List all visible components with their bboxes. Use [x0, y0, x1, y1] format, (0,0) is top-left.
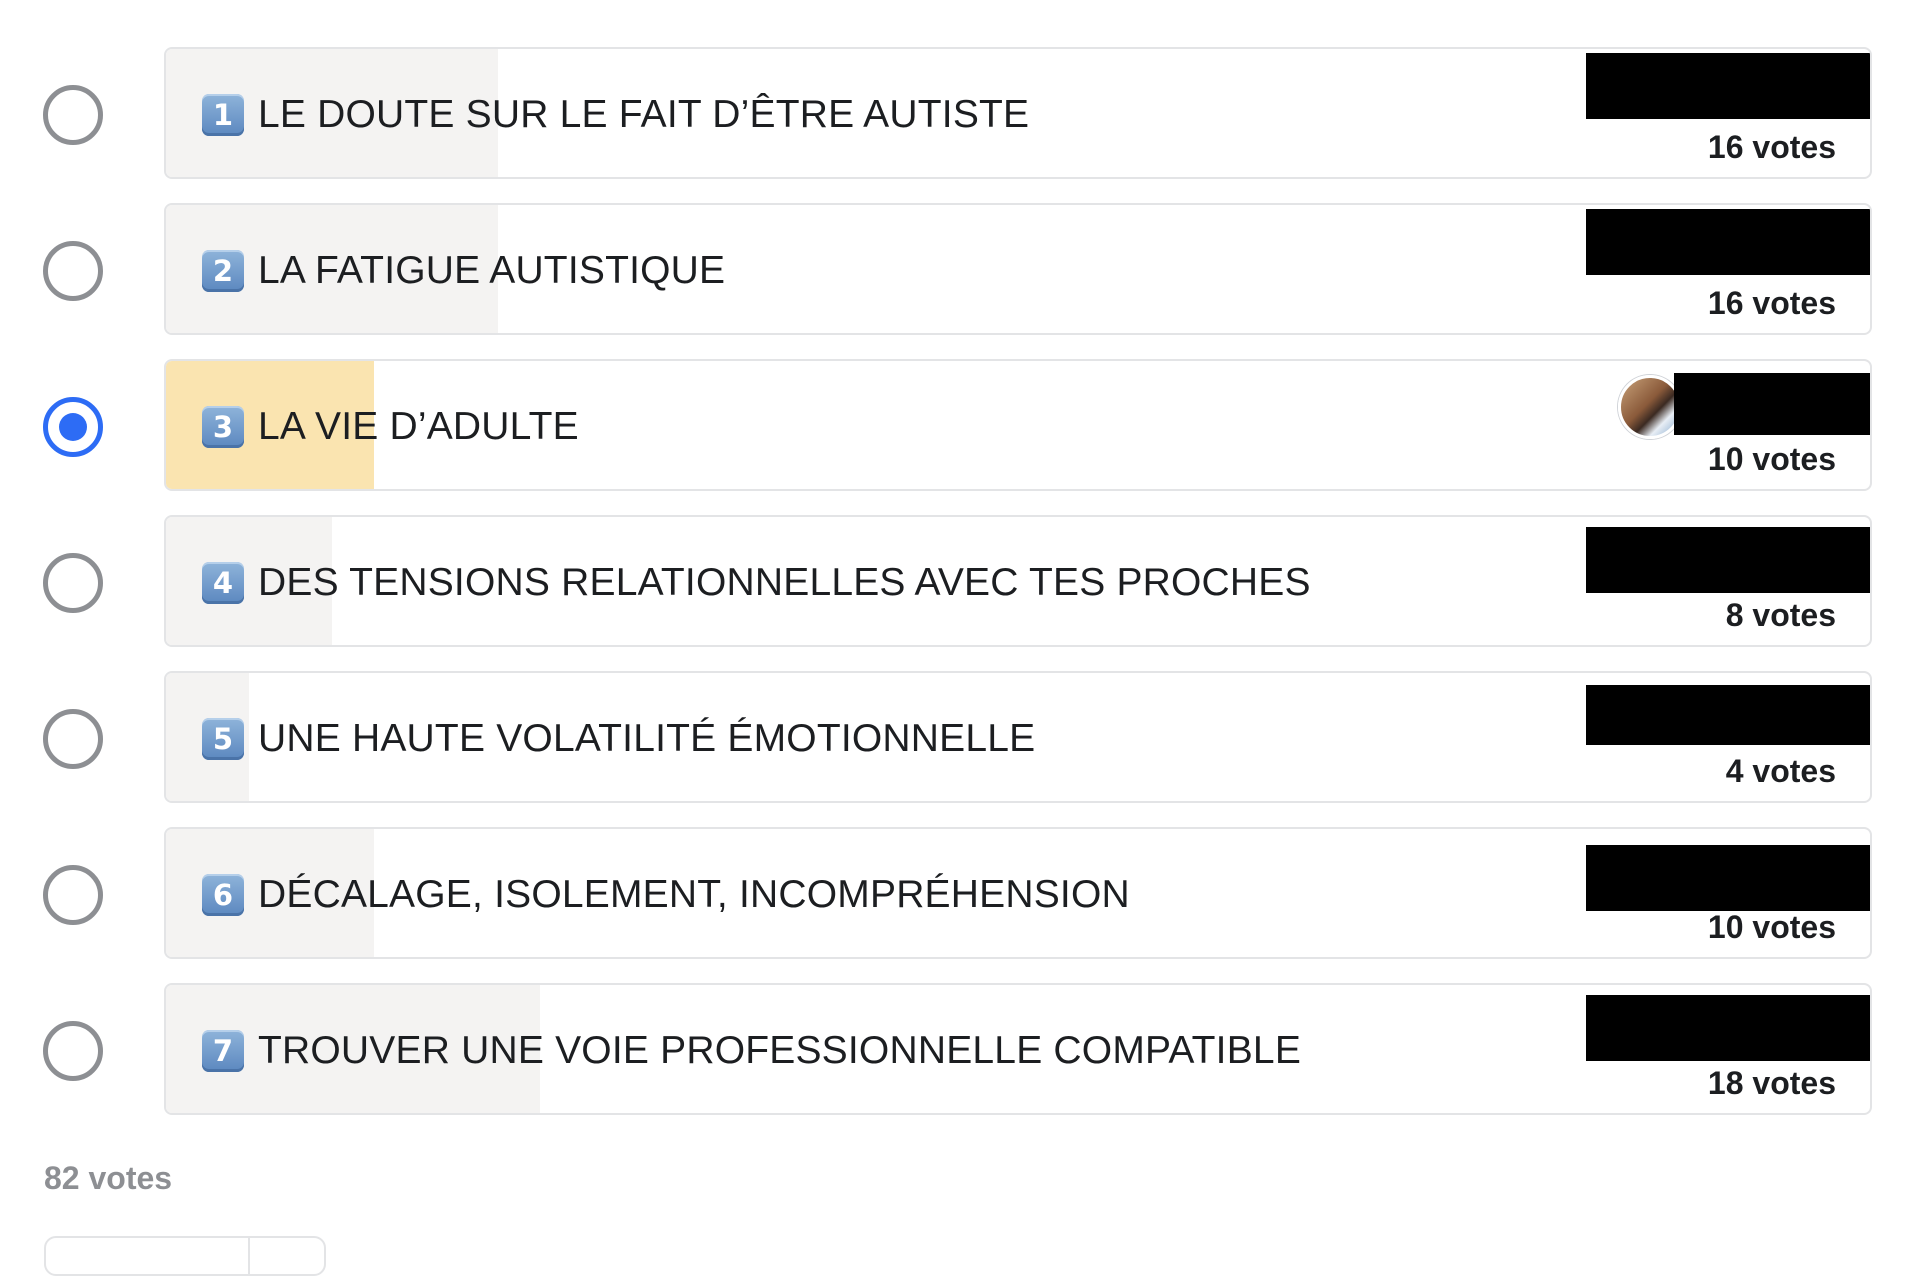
poll-option-2[interactable]: 2 LA FATIGUE AUTISTIQUE 16 votes: [164, 203, 1872, 335]
radio-button-option-3[interactable]: [43, 397, 103, 457]
poll-option-4[interactable]: 4 DES TENSIONS RELATIONNELLES AVEC TES P…: [164, 515, 1872, 647]
redacted-voters: [1586, 527, 1870, 593]
keycap-6-icon: 6: [202, 874, 244, 916]
poll-action-control[interactable]: [44, 1236, 326, 1276]
redacted-voters: [1674, 373, 1870, 435]
poll-option-1[interactable]: 1 LE DOUTE SUR LE FAIT D’ÊTRE AUTISTE 16…: [164, 47, 1872, 179]
poll-option-3[interactable]: 3 LA VIE D’ADULTE 10 votes: [164, 359, 1872, 491]
poll-option-row: 7 TROUVER UNE VOIE PROFESSIONNELLE COMPA…: [0, 983, 1922, 1119]
radio-button-option-1[interactable]: [43, 85, 103, 145]
radio-button-option-5[interactable]: [43, 709, 103, 769]
option-label: LA FATIGUE AUTISTIQUE: [258, 249, 726, 292]
radio-button-option-7[interactable]: [43, 1021, 103, 1081]
poll-option-row: 4 DES TENSIONS RELATIONNELLES AVEC TES P…: [0, 515, 1922, 651]
vote-count[interactable]: 10 votes: [1708, 439, 1836, 479]
total-votes: 82 votes: [44, 1160, 173, 1196]
keycap-4-icon: 4: [202, 562, 244, 604]
poll-option-row: 6 DÉCALAGE, ISOLEMENT, INCOMPRÉHENSION 1…: [0, 827, 1922, 963]
redacted-voters: [1586, 209, 1870, 275]
vote-count[interactable]: 4 votes: [1726, 751, 1836, 791]
option-label: LA VIE D’ADULTE: [258, 405, 579, 448]
keycap-1-icon: 1: [202, 94, 244, 136]
keycap-3-icon: 3: [202, 406, 244, 448]
keycap-2-icon: 2: [202, 250, 244, 292]
poll-option-row: 5 UNE HAUTE VOLATILITÉ ÉMOTIONNELLE 4 vo…: [0, 671, 1922, 807]
poll-option-row: 2 LA FATIGUE AUTISTIQUE 16 votes: [0, 203, 1922, 339]
radio-button-option-4[interactable]: [43, 553, 103, 613]
redacted-voters: [1586, 53, 1870, 119]
redacted-voters: [1586, 995, 1870, 1061]
keycap-7-icon: 7: [202, 1030, 244, 1072]
option-label: LE DOUTE SUR LE FAIT D’ÊTRE AUTISTE: [258, 93, 1030, 136]
vote-count[interactable]: 8 votes: [1726, 595, 1836, 635]
poll-option-5[interactable]: 5 UNE HAUTE VOLATILITÉ ÉMOTIONNELLE 4 vo…: [164, 671, 1872, 803]
poll-option-7[interactable]: 7 TROUVER UNE VOIE PROFESSIONNELLE COMPA…: [164, 983, 1872, 1115]
keycap-5-icon: 5: [202, 718, 244, 760]
poll-option-6[interactable]: 6 DÉCALAGE, ISOLEMENT, INCOMPRÉHENSION 1…: [164, 827, 1872, 959]
vote-count[interactable]: 16 votes: [1708, 127, 1836, 167]
divider: [248, 1238, 250, 1274]
redacted-voters: [1586, 845, 1870, 911]
vote-count[interactable]: 18 votes: [1708, 1063, 1836, 1103]
radio-button-option-2[interactable]: [43, 241, 103, 301]
poll-option-row: 3 LA VIE D’ADULTE 10 votes: [0, 359, 1922, 495]
redacted-voters: [1586, 685, 1870, 745]
option-label: UNE HAUTE VOLATILITÉ ÉMOTIONNELLE: [258, 717, 1036, 760]
vote-count[interactable]: 16 votes: [1708, 283, 1836, 323]
radio-button-option-6[interactable]: [43, 865, 103, 925]
option-label: TROUVER UNE VOIE PROFESSIONNELLE COMPATI…: [258, 1029, 1302, 1072]
option-label: DES TENSIONS RELATIONNELLES AVEC TES PRO…: [258, 561, 1311, 604]
voter-avatar-icon[interactable]: [1618, 375, 1682, 439]
poll-option-row: 1 LE DOUTE SUR LE FAIT D’ÊTRE AUTISTE 16…: [0, 47, 1922, 183]
vote-count[interactable]: 10 votes: [1708, 907, 1836, 947]
option-label: DÉCALAGE, ISOLEMENT, INCOMPRÉHENSION: [258, 873, 1130, 916]
